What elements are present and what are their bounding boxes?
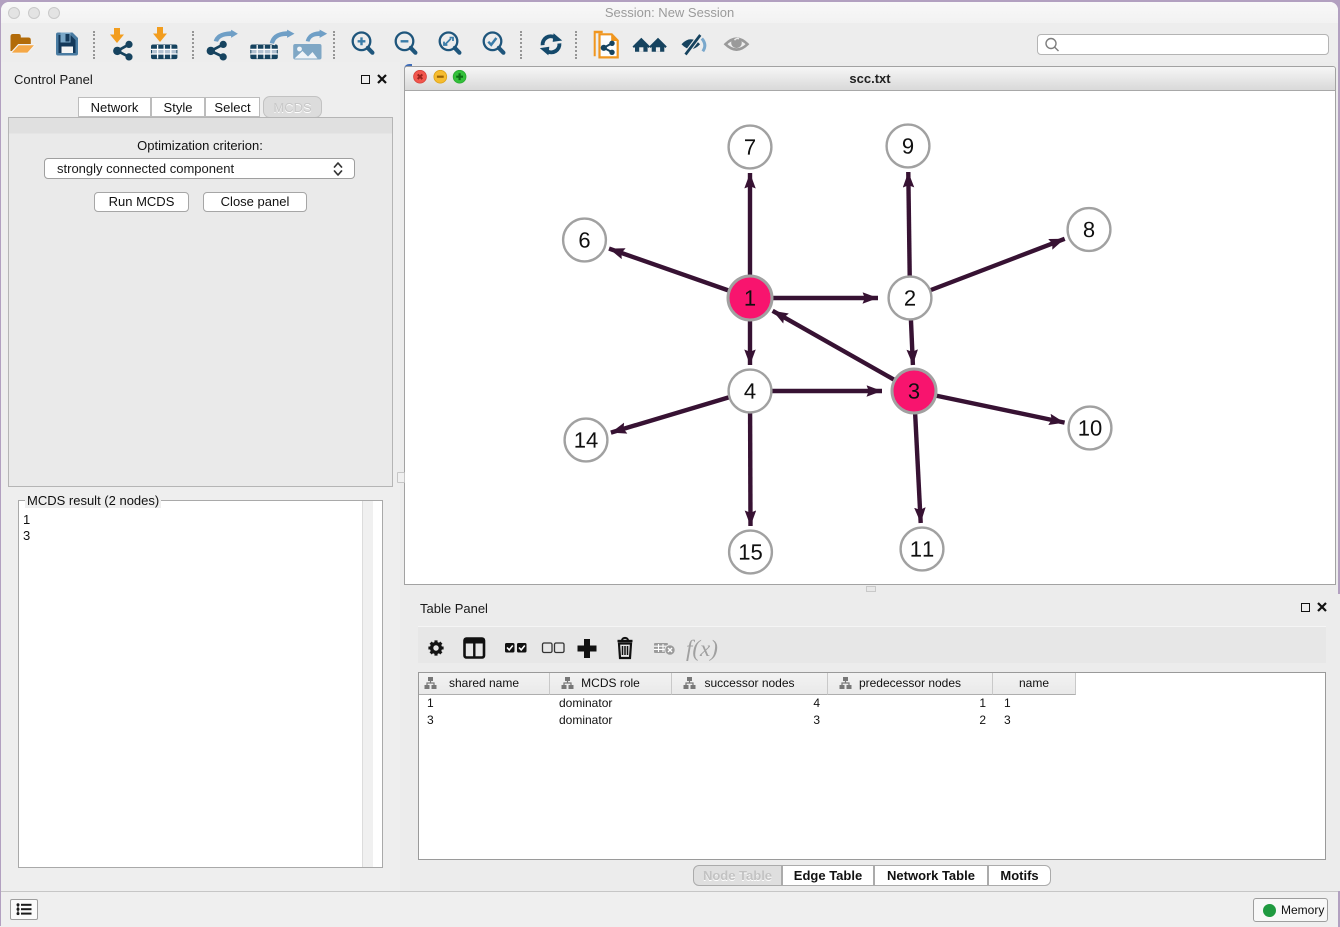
svg-text:f(x): f(x): [686, 636, 718, 661]
